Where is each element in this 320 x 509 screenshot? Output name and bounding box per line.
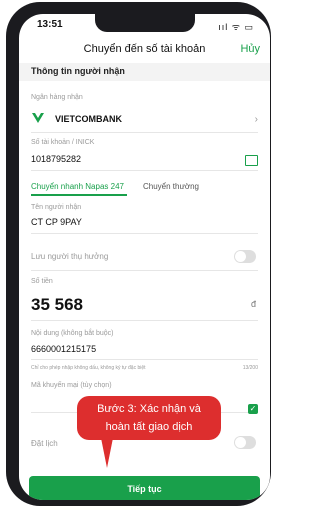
app-screen: 13:51 ııl ᯤ ▭ Chuyển đến số tài khoản Hủ… bbox=[19, 14, 270, 500]
contact-card-icon[interactable] bbox=[245, 155, 258, 166]
divider bbox=[31, 170, 258, 171]
status-bar: 13:51 ııl ᯤ ▭ bbox=[19, 14, 270, 36]
receiver-label: Tên người nhận bbox=[31, 204, 82, 211]
instruction-callout: Bước 3: Xác nhận và hoàn tất giao dịch bbox=[77, 396, 221, 440]
section-header: Thông tin người nhận bbox=[19, 63, 270, 81]
header: Chuyển đến số tài khoản Hủy bbox=[19, 39, 270, 61]
section-title: Thông tin người nhận bbox=[31, 66, 125, 76]
account-label: Số tài khoản / INICK bbox=[31, 139, 95, 146]
tab-standard[interactable]: Chuyển thường bbox=[143, 182, 199, 191]
notch bbox=[95, 14, 195, 32]
bank-name[interactable]: VIETCOMBANK bbox=[55, 114, 122, 124]
save-beneficiary-label: Lưu người thụ hưởng bbox=[31, 252, 109, 261]
tab-underline bbox=[31, 194, 127, 196]
content-label: Nội dung (không bắt buộc) bbox=[31, 330, 114, 337]
bank-label: Ngân hàng nhận bbox=[31, 94, 83, 101]
divider bbox=[31, 320, 258, 321]
page-title: Chuyển đến số tài khoản bbox=[83, 43, 206, 55]
chevron-right-icon[interactable]: › bbox=[255, 114, 258, 125]
account-input[interactable]: 1018795282 bbox=[31, 154, 81, 164]
content-input[interactable]: 6660001215175 bbox=[31, 344, 96, 354]
schedule-toggle[interactable] bbox=[234, 436, 256, 449]
status-time: 13:51 bbox=[37, 19, 63, 30]
divider bbox=[31, 233, 258, 234]
receiver-name: CT CP 9PAY bbox=[31, 217, 82, 227]
callout-line-2: hoàn tất giao dịch bbox=[105, 421, 193, 433]
content-counter: 13/200 bbox=[242, 365, 258, 371]
tab-napas-247[interactable]: Chuyển nhanh Napas 247 bbox=[31, 182, 124, 191]
content-hint: Chỉ cho phép nhập không dấu, không ký tự… bbox=[31, 365, 146, 371]
continue-button[interactable]: Tiếp tục bbox=[29, 476, 260, 500]
vietcombank-logo-icon bbox=[32, 113, 44, 123]
status-icons: ııl ᯤ ▭ bbox=[218, 22, 254, 32]
divider bbox=[31, 359, 258, 360]
schedule-label: Đặt lịch bbox=[31, 439, 58, 448]
callout-arrow bbox=[101, 438, 113, 468]
amount-input[interactable]: 35 568 bbox=[31, 295, 83, 315]
cancel-button[interactable]: Hủy bbox=[240, 43, 260, 55]
promo-label: Mã khuyến mại (tùy chọn) bbox=[31, 382, 112, 389]
save-beneficiary-toggle[interactable] bbox=[234, 250, 256, 263]
phone-frame: 13:51 ııl ᯤ ▭ Chuyển đến số tài khoản Hủ… bbox=[6, 2, 271, 506]
currency-unit: đ bbox=[250, 299, 256, 309]
divider bbox=[31, 132, 258, 133]
amount-label: Số tiền bbox=[31, 278, 53, 285]
promo-checkbox[interactable]: ✓ bbox=[248, 404, 258, 414]
divider bbox=[31, 270, 258, 271]
callout-line-1: Bước 3: Xác nhận và bbox=[97, 403, 201, 415]
